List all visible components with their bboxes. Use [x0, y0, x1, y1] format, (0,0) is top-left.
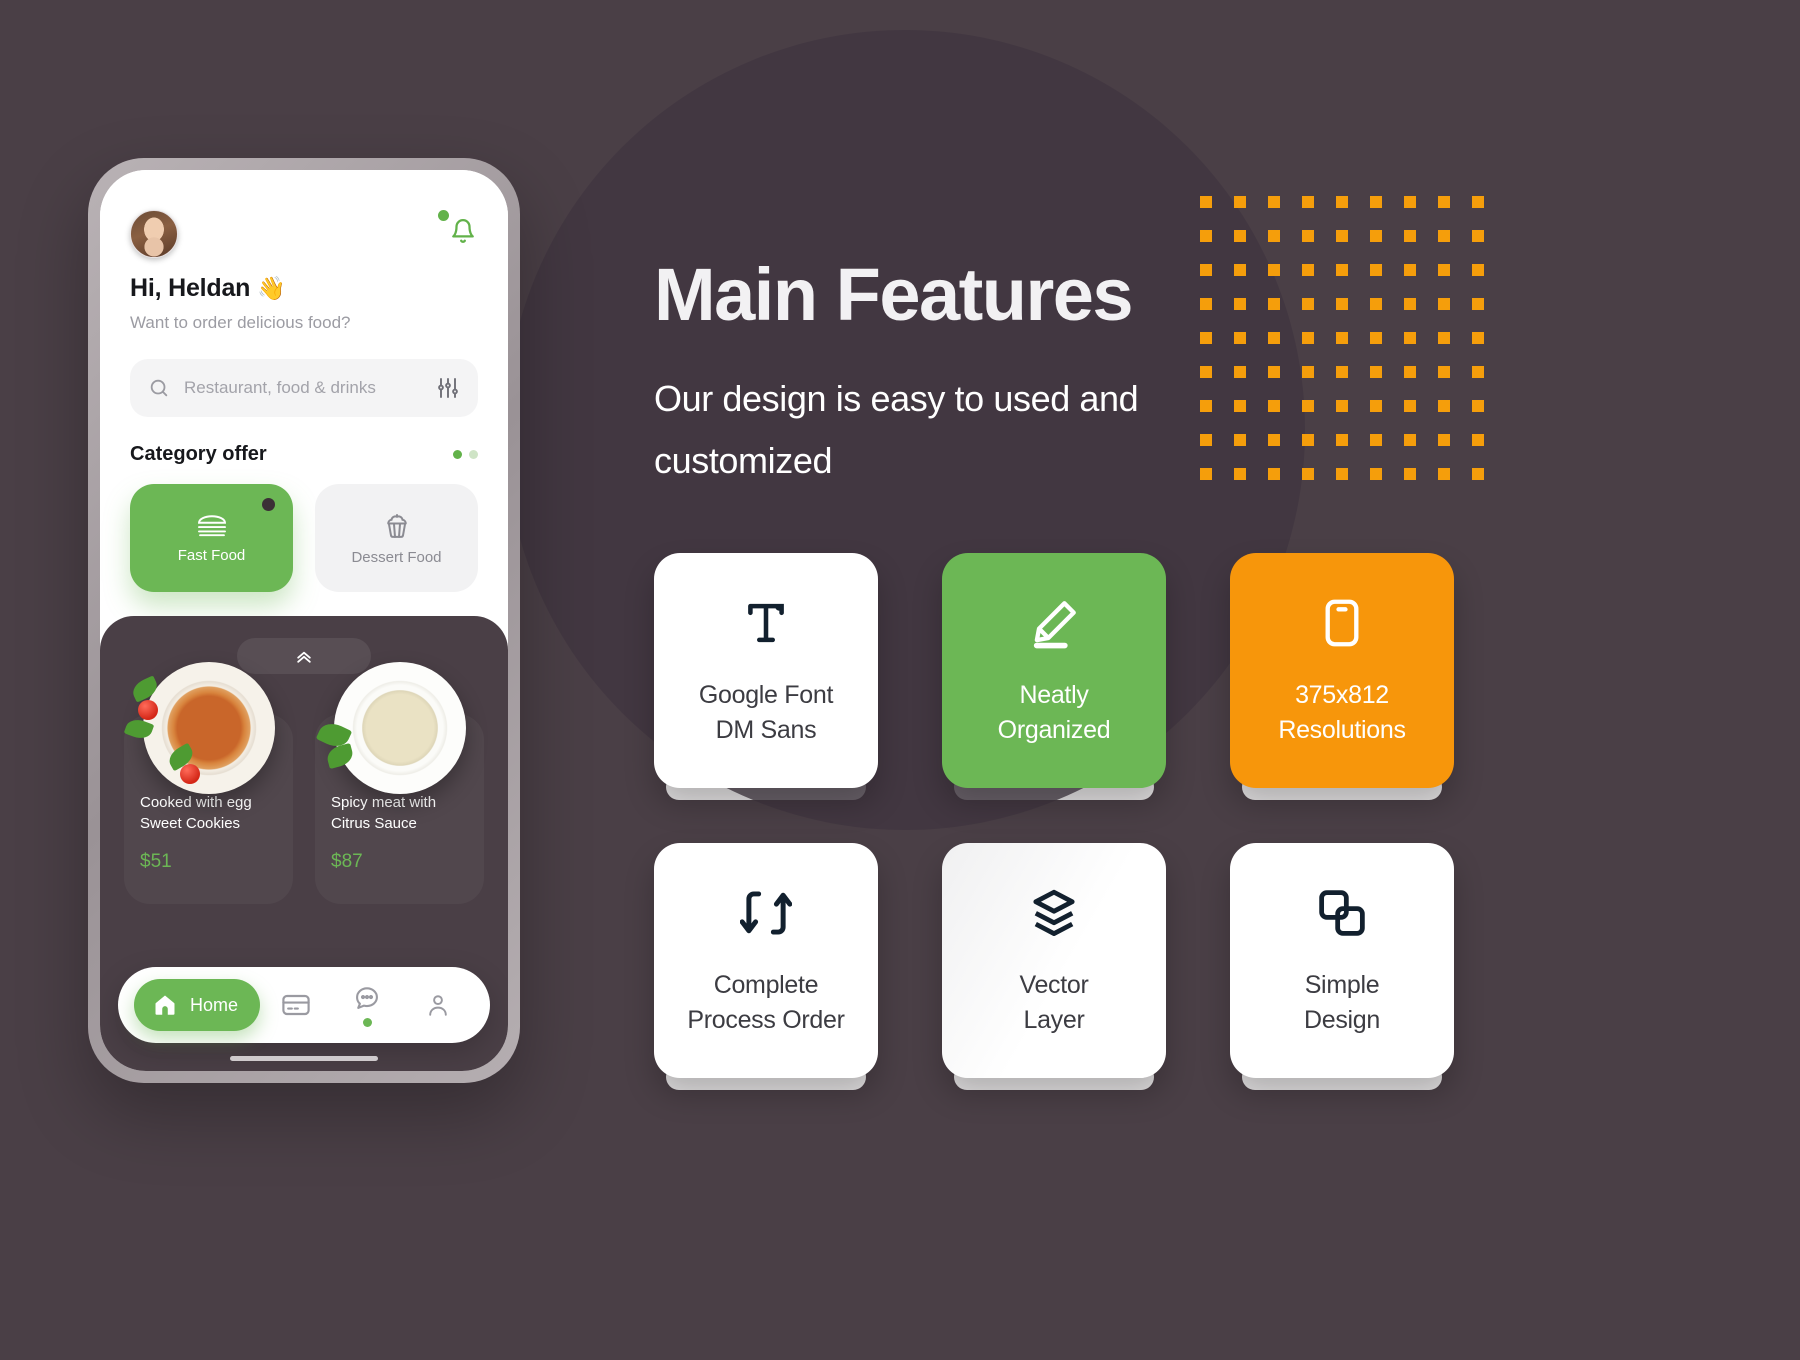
pencil-edit-icon [1028, 594, 1080, 652]
nav-item-profile[interactable] [403, 992, 474, 1018]
feature-card-shadow-layer [954, 1064, 1154, 1090]
category-label: Dessert Food [351, 548, 442, 566]
feature-card-label-line1: Complete [713, 971, 819, 999]
home-indicator [230, 1056, 378, 1061]
category-label: Fast Food [177, 546, 246, 564]
avatar[interactable] [130, 210, 178, 258]
feature-card-label: Simple Design [1304, 968, 1380, 1037]
layers-icon [1028, 884, 1080, 942]
wave-emoji: 👋 [257, 275, 286, 301]
app-header: Hi, Heldan 👋 Want to order delicious foo… [100, 170, 508, 616]
text-t-icon [740, 594, 792, 652]
feature-card-label: Vector Layer [1019, 968, 1088, 1037]
mobile-icon [1316, 594, 1368, 652]
search-bar[interactable]: Restaurant, food & drinks [130, 359, 478, 417]
food-card-list: Cooked with egg Sweet Cookies $51 Spicy … [123, 662, 484, 904]
notification-button[interactable] [438, 210, 478, 246]
food-image-tortellini [333, 662, 466, 794]
tomato-icon [138, 700, 158, 720]
feature-card-label-line2: Organized [997, 715, 1111, 744]
feature-card-label-line1: Google Font [698, 681, 834, 709]
feature-card-shadow-layer [954, 774, 1154, 800]
feature-card[interactable]: Complete Process Order [654, 843, 878, 1090]
notification-status-dot [438, 210, 449, 221]
tomato-icon [180, 764, 200, 784]
feature-card-label: Complete Process Order [687, 968, 845, 1037]
chat-bubble-icon [356, 986, 378, 1009]
food-card[interactable]: Spicy meat with Citrus Sauce $87 [315, 662, 484, 904]
food-name: Cooked with egg Sweet Cookies [140, 794, 252, 833]
copy-shapes-icon [1316, 884, 1368, 942]
feature-card[interactable]: 375x812 Resolutions [1230, 553, 1454, 800]
feature-card-grid: Google Font DM Sans Neatly Organized 375x812… [654, 553, 1454, 1090]
person-icon [429, 995, 448, 1016]
feature-card-label-line2: Process Order [687, 1005, 845, 1034]
feature-card-label-line1: Neatly [1019, 681, 1089, 709]
pagination-dot-active [453, 450, 462, 459]
phone-screen: Hi, Heldan 👋 Want to order delicious foo… [100, 170, 508, 1071]
pagination-dot [469, 450, 478, 459]
category-badge-dot [262, 498, 275, 511]
page-title: Main Features [654, 253, 1134, 336]
feature-card-label-line1: Vector [1019, 971, 1089, 999]
phone-mockup: Hi, Heldan 👋 Want to order delicious foo… [88, 158, 520, 1083]
bottom-navigation: Home [118, 967, 490, 1043]
category-cards: Fast Food Dessert Food [130, 484, 478, 616]
chat-unread-dot [362, 1017, 372, 1027]
category-card-fast-food[interactable]: Fast Food [130, 484, 293, 592]
feature-card-label: 375x812 Resolutions [1278, 678, 1406, 747]
bell-icon [452, 219, 474, 243]
food-price: $51 [140, 850, 172, 872]
search-icon [150, 379, 168, 397]
feature-card-shadow-layer [666, 1064, 866, 1090]
nav-item-payments[interactable] [260, 993, 331, 1017]
feature-card-label: Neatly Organized [998, 678, 1111, 747]
category-pagination-dots[interactable] [453, 450, 478, 459]
avatar-row [130, 210, 478, 258]
nav-item-chat[interactable] [331, 984, 402, 1027]
subgreeting-text: Want to order delicious food? [130, 313, 351, 332]
panel-expand-handle[interactable] [237, 638, 371, 674]
feature-card-label-line2: DM Sans [715, 715, 817, 744]
chevrons-up-icon [297, 651, 311, 663]
features-section: Main Features Our design is easy to used… [654, 0, 1754, 1360]
category-header: Category offer [130, 443, 478, 466]
feature-card-label-line2: Resolutions [1278, 715, 1406, 744]
feature-card-label-line2: Design [1303, 1005, 1381, 1034]
feature-card-label-line1: 375x812 [1295, 681, 1389, 709]
nav-home-label: Home [190, 994, 239, 1015]
feature-card[interactable]: Neatly Organized [942, 553, 1166, 800]
feature-card[interactable]: Simple Design [1230, 843, 1454, 1090]
feature-card-label-line1: Simple [1304, 971, 1380, 999]
sliders-icon[interactable] [436, 376, 460, 400]
food-card[interactable]: Cooked with egg Sweet Cookies $51 [123, 662, 293, 904]
burger-icon [197, 514, 226, 536]
food-name: Spicy meat with Citrus Sauce [331, 794, 437, 833]
feature-card-shadow-layer [666, 774, 866, 800]
card-icon [281, 994, 310, 1016]
feature-card-label: Google Font DM Sans [698, 678, 834, 747]
swap-arrows-icon [740, 884, 792, 942]
page-subtitle: Our design is easy to used and customize… [654, 378, 1139, 481]
greeting-text: Hi, Heldan 👋 [130, 274, 286, 302]
feature-card[interactable]: Google Font DM Sans [654, 553, 878, 800]
home-icon [155, 995, 175, 1015]
feature-card-shadow-layer [1242, 774, 1442, 800]
category-card-dessert-food[interactable]: Dessert Food [315, 484, 478, 592]
nav-item-home[interactable]: Home [134, 979, 261, 1031]
category-title: Category offer [130, 443, 267, 465]
food-price: $87 [331, 850, 363, 872]
search-input[interactable]: Restaurant, food & drinks [184, 378, 422, 398]
feature-card-label-line2: Layer [1023, 1005, 1085, 1034]
food-image-pasta [142, 662, 275, 794]
feature-card[interactable]: Vector Layer [942, 843, 1166, 1090]
cupcake-icon [386, 513, 407, 538]
feature-card-shadow-layer [1242, 1064, 1442, 1090]
food-panel: Cooked with egg Sweet Cookies $51 Spicy … [100, 616, 508, 1071]
